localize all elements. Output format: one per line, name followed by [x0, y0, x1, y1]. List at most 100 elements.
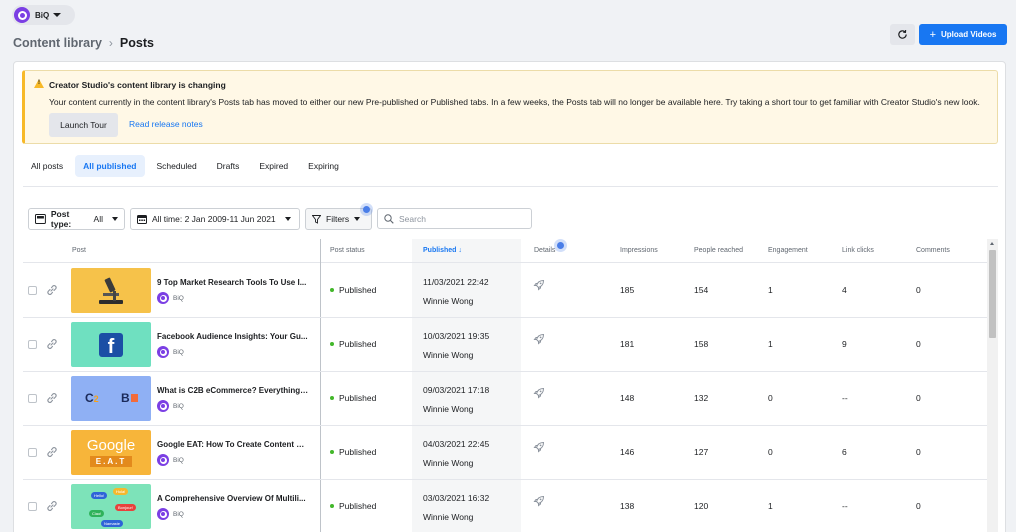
post-title[interactable]: What is C2B eCommerce? Everything ... [157, 386, 309, 395]
release-notes-link[interactable]: Read release notes [129, 119, 203, 129]
post-status: Published [330, 501, 376, 511]
row-checkbox[interactable] [28, 448, 37, 457]
tabs-divider [23, 186, 998, 187]
tab-expiring[interactable]: Expiring [300, 155, 347, 177]
published-date: 11/03/2021 22:42 [423, 277, 489, 287]
chevron-down-icon [112, 217, 118, 221]
published-date: 09/03/2021 17:18 [423, 385, 490, 395]
link-icon[interactable] [45, 391, 59, 405]
speech-bubble: Hello! [91, 492, 108, 499]
boost-rocket-icon[interactable] [532, 332, 546, 346]
breadcrumb-parent[interactable]: Content library [13, 36, 102, 50]
row-checkbox[interactable] [28, 340, 37, 349]
column-comments[interactable]: Comments [916, 247, 950, 254]
column-post-status: Post status [330, 247, 365, 254]
speech-bubble: Bonjour! [115, 504, 136, 511]
published-author: Winnie Wong [423, 458, 474, 468]
c2b-business-badge: B [121, 391, 138, 405]
status-label: Published [339, 339, 377, 349]
post-thumbnail[interactable]: f [71, 322, 151, 367]
refresh-button[interactable] [890, 24, 915, 45]
eat-badge: E.A.T [89, 456, 133, 467]
impressions-value: 148 [620, 393, 635, 403]
account-avatar [157, 346, 169, 358]
post-status: Published [330, 393, 376, 403]
engagement-value: 1 [768, 339, 773, 349]
impressions-value: 146 [620, 447, 635, 457]
tab-all-posts[interactable]: All posts [23, 155, 71, 177]
table-row[interactable]: Google E.A.T Google EAT: How To Create Co… [23, 426, 987, 480]
post-account-name: BiQ [173, 456, 184, 464]
table-row[interactable]: f Facebook Audience Insights: Your Gu...… [23, 318, 987, 372]
post-account-name: BiQ [173, 348, 184, 356]
page-title: Posts [119, 36, 154, 50]
people-reached-value: 132 [694, 393, 709, 403]
link-icon[interactable] [45, 283, 59, 297]
search-input[interactable] [399, 213, 519, 224]
account-avatar [157, 400, 169, 412]
scrollbar-thumb[interactable] [989, 250, 996, 338]
scroll-up-arrow-icon[interactable] [990, 242, 994, 245]
comments-value: 0 [916, 447, 921, 457]
link-icon[interactable] [45, 445, 59, 459]
link-icon[interactable] [45, 499, 59, 513]
post-type-filter[interactable]: Post type: All [28, 208, 125, 230]
filters-indicator-dot [363, 206, 370, 213]
tab-expired[interactable]: Expired [251, 155, 296, 177]
table-row[interactable]: Hello! Hola! Bonjour! Ciao! Namaste A Compre… [23, 480, 987, 532]
column-engagement[interactable]: Engagement [768, 247, 808, 254]
post-title[interactable]: A Comprehensive Overview Of Multili... [157, 494, 309, 503]
search-box[interactable] [377, 208, 532, 229]
table-row[interactable]: C2 B What is C2B eCommerce? Everything ..… [23, 372, 987, 426]
status-dot [330, 342, 334, 346]
boost-rocket-icon[interactable] [532, 386, 546, 400]
column-people-reached[interactable]: People reached [694, 247, 743, 254]
boost-rocket-icon[interactable] [532, 494, 546, 508]
post-account: BiQ [157, 292, 184, 304]
post-title[interactable]: Facebook Audience Insights: Your Gu... [157, 332, 309, 341]
post-thumbnail[interactable] [71, 268, 151, 313]
boost-rocket-icon[interactable] [532, 278, 546, 292]
post-thumbnail[interactable]: Hello! Hola! Bonjour! Ciao! Namaste [71, 484, 151, 529]
link-icon[interactable] [45, 337, 59, 351]
google-wordmark: Google [86, 437, 136, 454]
post-type-value: All [93, 214, 103, 224]
column-link-clicks[interactable]: Link clicks [842, 247, 874, 254]
account-switcher[interactable]: BiQ [12, 5, 75, 25]
engagement-value: 1 [768, 285, 773, 295]
filters-label: Filters [326, 214, 350, 224]
upload-videos-button[interactable]: + Upload Videos [919, 24, 1007, 45]
status-dot [330, 450, 334, 454]
filters-button[interactable]: Filters [305, 208, 372, 230]
boost-rocket-icon[interactable] [532, 440, 546, 454]
post-thumbnail[interactable]: Google E.A.T [71, 430, 151, 475]
post-status: Published [330, 339, 376, 349]
post-thumbnail[interactable]: C2 B [71, 376, 151, 421]
banner-title: Creator Studio's content library is chan… [49, 80, 226, 90]
post-title[interactable]: Google EAT: How To Create Content G... [157, 440, 309, 449]
link-clicks-value: 9 [842, 339, 847, 349]
tab-scheduled[interactable]: Scheduled [149, 155, 205, 177]
refresh-icon [898, 30, 907, 39]
column-post: Post [72, 247, 87, 254]
microscope-icon [99, 277, 123, 304]
post-account: BiQ [157, 400, 184, 412]
plus-icon: + [929, 28, 936, 41]
post-tabs: All posts All published Scheduled Drafts… [23, 155, 351, 177]
published-author: Winnie Wong [423, 350, 474, 360]
post-title[interactable]: 9 Top Market Research Tools To Use I... [157, 278, 309, 287]
tab-all-published[interactable]: All published [75, 155, 145, 177]
engagement-value: 0 [768, 393, 773, 403]
row-checkbox[interactable] [28, 286, 37, 295]
table-scrollbar[interactable] [987, 239, 998, 532]
row-checkbox[interactable] [28, 502, 37, 511]
date-range-filter[interactable]: All time: 2 Jan 2009-11 Jun 2021 [130, 208, 300, 230]
launch-tour-button[interactable]: Launch Tour [49, 113, 118, 137]
column-published[interactable]: Published ↓ [423, 247, 462, 254]
status-label: Published [339, 501, 377, 511]
tab-drafts[interactable]: Drafts [209, 155, 248, 177]
row-checkbox[interactable] [28, 394, 37, 403]
table-row[interactable]: 9 Top Market Research Tools To Use I... … [23, 264, 987, 318]
column-impressions[interactable]: Impressions [620, 247, 658, 254]
chevron-down-icon [354, 217, 361, 221]
